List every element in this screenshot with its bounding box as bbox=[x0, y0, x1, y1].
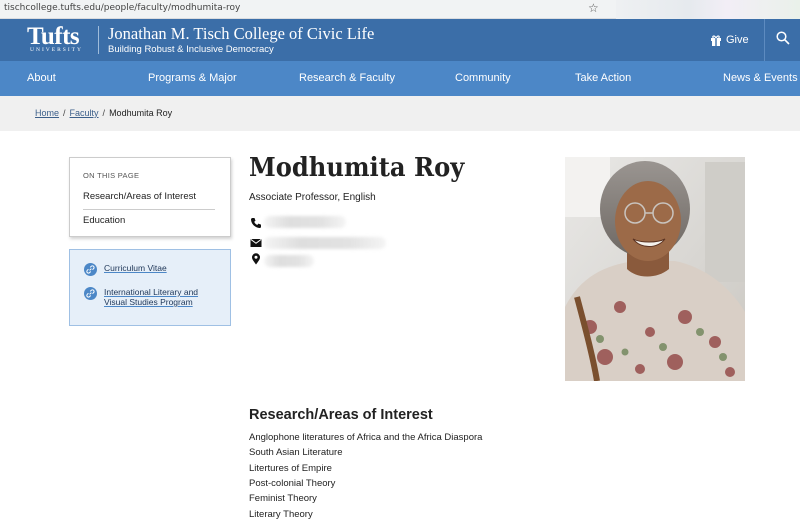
address-redacted bbox=[264, 255, 314, 267]
give-button[interactable]: Give bbox=[710, 19, 749, 61]
on-this-page-box: ON THIS PAGE Research/Areas of Interest … bbox=[69, 157, 231, 237]
nav-item-research-faculty[interactable]: Research & Faculty bbox=[299, 61, 395, 96]
research-item: Anglophone literatures of Africa and the… bbox=[249, 432, 483, 443]
toc-item-research[interactable]: Research/Areas of Interest bbox=[83, 191, 196, 202]
profile-photo bbox=[565, 157, 745, 381]
site-header: Tufts UNIVERSITY Jonathan M. Tisch Colle… bbox=[0, 19, 800, 61]
profile-title: Associate Professor, English bbox=[249, 192, 376, 203]
link-label[interactable]: Curriculum Vitae bbox=[104, 263, 167, 273]
research-item: South Asian Literature bbox=[249, 447, 343, 458]
research-item: Litertures of Empire bbox=[249, 463, 332, 474]
link-icon bbox=[84, 287, 97, 300]
toc-item-education[interactable]: Education bbox=[83, 215, 125, 226]
breadcrumb-separator: / bbox=[63, 108, 66, 118]
toc-heading: ON THIS PAGE bbox=[83, 171, 140, 180]
breadcrumb: Home / Faculty / Modhumita Roy bbox=[35, 108, 172, 118]
breadcrumb-separator: / bbox=[102, 108, 106, 118]
url-text[interactable]: tischcollege.tufts.edu/people/faculty/mo… bbox=[4, 3, 240, 13]
bookmark-star-icon[interactable]: ☆ bbox=[588, 1, 599, 15]
browser-extensions-area bbox=[616, 0, 800, 19]
give-label: Give bbox=[726, 34, 749, 46]
tufts-logo[interactable]: Tufts bbox=[27, 24, 80, 49]
main-nav: About Programs & Major Research & Facult… bbox=[0, 61, 800, 96]
research-heading: Research/Areas of Interest bbox=[249, 407, 433, 423]
nav-item-news-events[interactable]: News & Events bbox=[723, 61, 798, 96]
related-links-box: Curriculum Vitae International Literary … bbox=[69, 249, 231, 326]
phone-redacted bbox=[264, 216, 346, 228]
profile-name: Modhumita Roy bbox=[249, 153, 465, 183]
link-icon bbox=[84, 263, 97, 276]
search-button[interactable] bbox=[764, 19, 800, 61]
nav-item-community[interactable]: Community bbox=[455, 61, 511, 96]
gift-icon bbox=[710, 34, 722, 46]
research-item: Feminist Theory bbox=[249, 493, 317, 504]
nav-item-take-action[interactable]: Take Action bbox=[575, 61, 631, 96]
tufts-logo-subtext: UNIVERSITY bbox=[30, 47, 83, 53]
breadcrumb-home-link[interactable]: Home bbox=[35, 108, 59, 118]
site-subtitle: Building Robust & Inclusive Democracy bbox=[108, 44, 274, 55]
nav-item-programs-major[interactable]: Programs & Major bbox=[148, 61, 237, 96]
header-divider bbox=[98, 26, 99, 54]
email-redacted bbox=[264, 237, 386, 249]
breadcrumb-bar: Home / Faculty / Modhumita Roy bbox=[0, 96, 800, 131]
link-label[interactable]: International Literary and Visual Studie… bbox=[104, 287, 222, 307]
breadcrumb-faculty-link[interactable]: Faculty bbox=[70, 108, 99, 118]
email-icon bbox=[250, 236, 262, 248]
site-title[interactable]: Jonathan M. Tisch College of Civic Life bbox=[108, 24, 374, 44]
nav-item-about[interactable]: About bbox=[27, 61, 56, 96]
research-item: Post-colonial Theory bbox=[249, 478, 336, 489]
search-icon bbox=[775, 30, 790, 50]
breadcrumb-current: Modhumita Roy bbox=[109, 108, 173, 118]
research-item: Literary Theory bbox=[249, 509, 313, 520]
link-curriculum-vitae[interactable]: Curriculum Vitae bbox=[84, 263, 167, 276]
phone-icon bbox=[250, 216, 262, 228]
browser-url-bar[interactable]: tischcollege.tufts.edu/people/faculty/mo… bbox=[0, 0, 800, 19]
location-pin-icon bbox=[250, 252, 262, 265]
toc-divider bbox=[83, 209, 215, 210]
link-ilvs-program[interactable]: International Literary and Visual Studie… bbox=[84, 287, 222, 307]
